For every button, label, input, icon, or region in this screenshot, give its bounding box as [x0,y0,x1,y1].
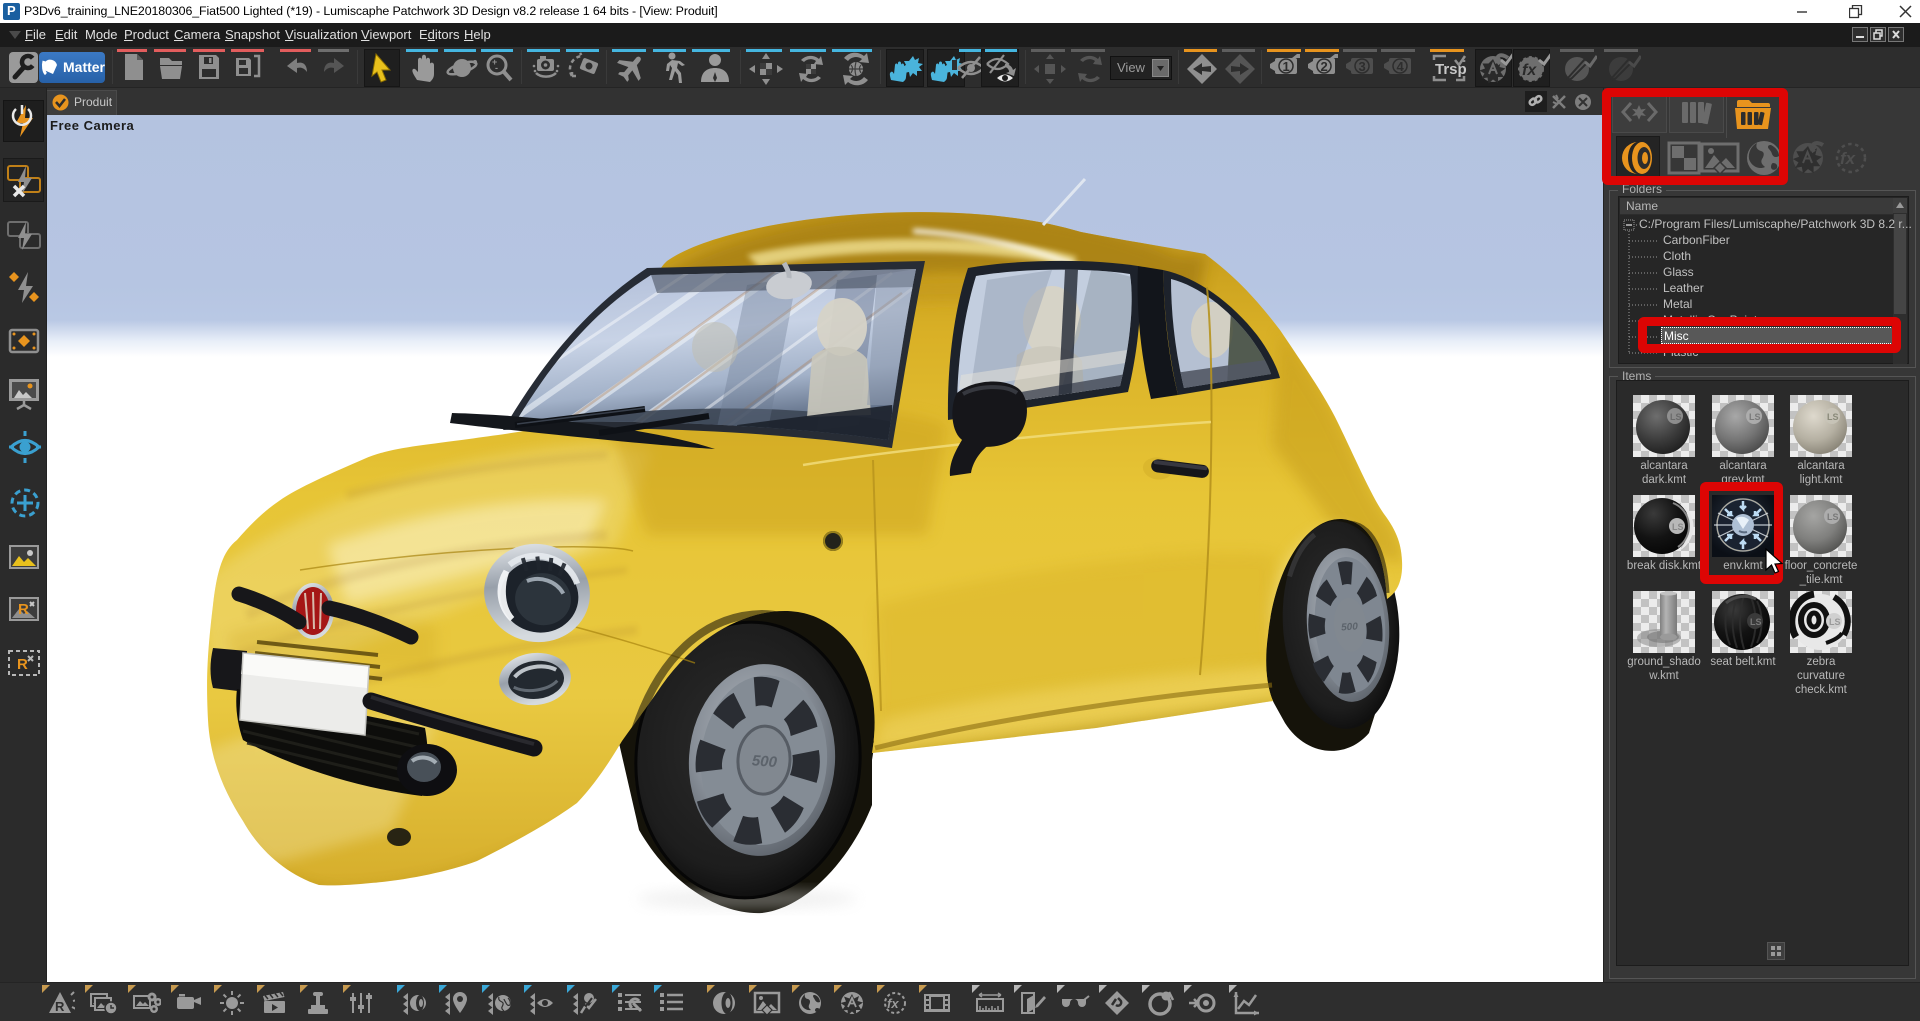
svg-text:500: 500 [1341,621,1359,633]
svg-text:LS: LS [1670,412,1682,422]
svg-text:R: R [18,601,29,618]
svg-text:2: 2 [1321,59,1328,74]
svg-text:-: - [495,63,498,73]
svg-text:LS: LS [1827,512,1839,522]
svg-text:LS: LS [1749,412,1761,422]
svg-text:LS: LS [1672,522,1684,532]
svg-text:4: 4 [1397,59,1405,74]
svg-text:fx: fx [1840,149,1857,168]
svg-text:R: R [55,999,65,1014]
svg-text:fx: fx [1522,62,1537,79]
svg-text:LS: LS [1829,617,1841,627]
svg-text:3: 3 [1359,59,1366,74]
svg-text:LS: LS [1750,617,1762,627]
svg-text:LS: LS [1827,412,1839,422]
svg-text:1: 1 [1283,59,1290,74]
svg-text:500: 500 [751,752,778,771]
svg-text:R: R [17,656,28,673]
svg-text:fx: fx [887,996,899,1011]
svg-text:Trsp: Trsp [1435,61,1467,78]
